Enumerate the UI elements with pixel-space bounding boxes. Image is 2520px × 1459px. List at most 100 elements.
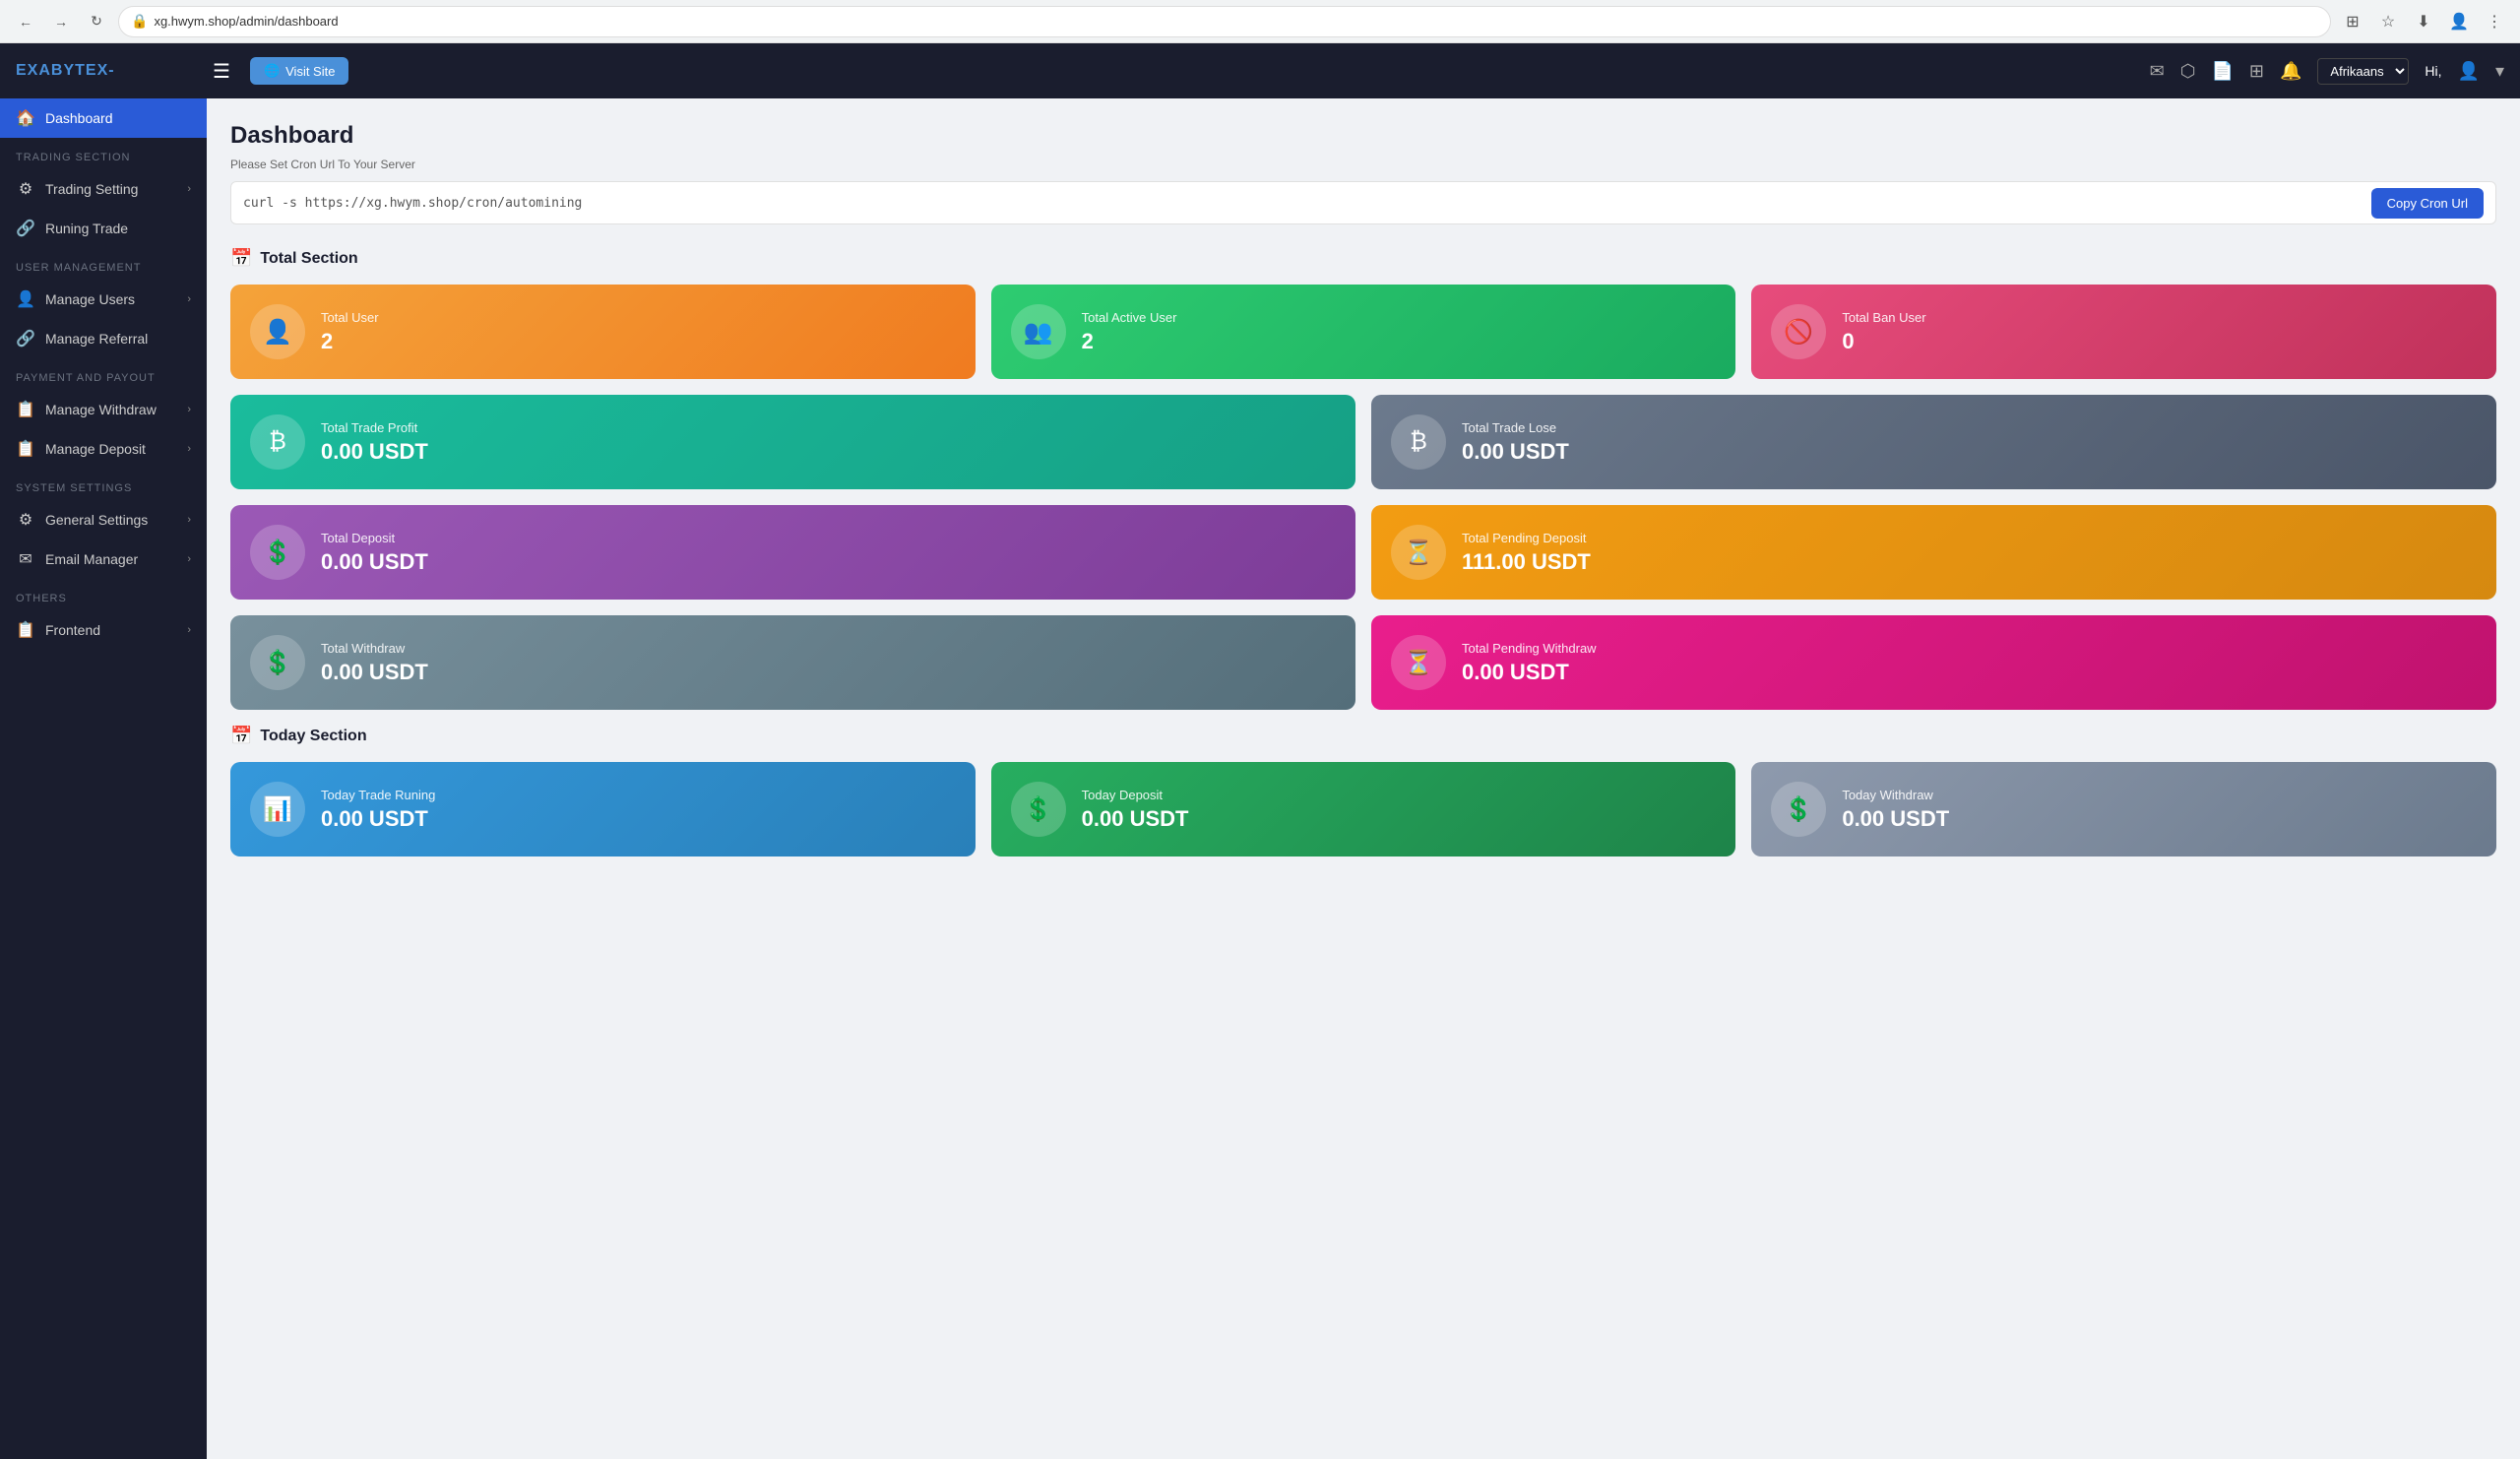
chevron-right-icon-7: ›: [187, 624, 191, 636]
sidebar-item-dashboard[interactable]: 🏠 Dashboard: [0, 98, 207, 138]
today-withdraw-value: 0.00 USDT: [1842, 806, 1949, 832]
email-manager-label: Email Manager: [45, 551, 138, 567]
browser-bar: ← → ↻ 🔒 xg.hwym.shop/admin/dashboard ⊞ ☆…: [0, 0, 2520, 43]
sidebar-item-manage-withdraw[interactable]: 📋 Manage Withdraw ›: [0, 390, 207, 429]
today-withdraw-info: Today Withdraw 0.00 USDT: [1842, 788, 1949, 832]
frontend-icon: 📋: [16, 620, 35, 640]
manage-referral-label: Manage Referral: [45, 331, 148, 347]
grid-icon[interactable]: ⊞: [2249, 61, 2264, 82]
chevron-right-icon: ›: [187, 183, 191, 195]
section-user-management: USER MANAGEMENT: [0, 248, 207, 280]
settings-icon: ⚙: [16, 179, 35, 199]
hamburger-button[interactable]: ☰: [205, 55, 238, 88]
pending-withdraw-icon: ⏳: [1391, 635, 1446, 690]
top-nav: EXABYTEX- ☰ 🌐 Visit Site ✉ ⬡ 📄 ⊞ 🔔 Afrik…: [0, 43, 2520, 98]
url-text: xg.hwym.shop/admin/dashboard: [154, 14, 338, 29]
sidebar: 🏠 Dashboard TRADING SECTION ⚙ Trading Se…: [0, 98, 207, 1459]
total-ban-user-label: Total Ban User: [1842, 310, 1925, 325]
today-trade-icon: 📊: [250, 782, 305, 837]
today-trade-value: 0.00 USDT: [321, 806, 435, 832]
top-nav-icons: ✉ ⬡ 📄 ⊞ 🔔 Afrikaans Hi, 👤 ▾: [2150, 58, 2504, 85]
cron-box: curl -s https://xg.hwym.shop/cron/automi…: [230, 181, 2496, 224]
menu-icon[interactable]: ⋮: [2481, 8, 2508, 35]
pending-deposit-value: 111.00 USDT: [1462, 549, 1591, 575]
visit-site-label: Visit Site: [285, 64, 335, 79]
total-pending-withdraw-card: ⏳ Total Pending Withdraw 0.00 USDT: [1371, 615, 2496, 710]
main-area: 🏠 Dashboard TRADING SECTION ⚙ Trading Se…: [0, 98, 2520, 1459]
sidebar-item-manage-deposit[interactable]: 📋 Manage Deposit ›: [0, 429, 207, 469]
trade-lose-icon: ₿: [1391, 414, 1446, 470]
cube-icon[interactable]: ⬡: [2180, 61, 2196, 82]
visit-site-button[interactable]: 🌐 Visit Site: [250, 57, 349, 85]
withdraw-card-icon: 💲: [250, 635, 305, 690]
download-icon[interactable]: ⬇: [2410, 8, 2437, 35]
page-title: Dashboard: [230, 122, 2496, 150]
sidebar-item-manage-referral[interactable]: 🔗 Manage Referral: [0, 319, 207, 358]
address-bar[interactable]: 🔒 xg.hwym.shop/admin/dashboard: [118, 6, 2331, 37]
sidebar-item-trading-setting[interactable]: ⚙ Trading Setting ›: [0, 169, 207, 209]
deposit-card-icon: 💲: [250, 525, 305, 580]
total-user-icon: 👤: [250, 304, 305, 359]
bell-icon[interactable]: 🔔: [2280, 61, 2301, 82]
today-deposit-icon: 💲: [1011, 782, 1066, 837]
forward-button[interactable]: →: [47, 8, 75, 35]
refresh-button[interactable]: ↻: [83, 8, 110, 35]
total-user-info: Total User 2: [321, 310, 379, 354]
total-active-user-card: 👥 Total Active User 2: [991, 285, 1736, 379]
sidebar-item-manage-users[interactable]: 👤 Manage Users ›: [0, 280, 207, 319]
chevron-right-icon-6: ›: [187, 553, 191, 565]
today-deposit-value: 0.00 USDT: [1082, 806, 1189, 832]
today-withdraw-card: 💲 Today Withdraw 0.00 USDT: [1751, 762, 2496, 856]
greeting-text: Hi,: [2425, 63, 2441, 79]
sidebar-item-general-settings[interactable]: ⚙ General Settings ›: [0, 500, 207, 539]
sidebar-item-email-manager[interactable]: ✉ Email Manager ›: [0, 539, 207, 579]
manage-withdraw-label: Manage Withdraw: [45, 402, 157, 417]
pending-withdraw-label: Total Pending Withdraw: [1462, 641, 1597, 656]
sidebar-item-frontend[interactable]: 📋 Frontend ›: [0, 610, 207, 650]
sidebar-item-runing-trade[interactable]: 🔗 Runing Trade: [0, 209, 207, 248]
general-settings-label: General Settings: [45, 512, 148, 528]
chevron-right-icon-5: ›: [187, 514, 191, 526]
dropdown-arrow[interactable]: ▾: [2495, 61, 2504, 82]
section-others: OTHERS: [0, 579, 207, 610]
trade-profit-info: Total Trade Profit 0.00 USDT: [321, 420, 428, 465]
withdraw-icon: 📋: [16, 400, 35, 419]
link-icon: 🔗: [16, 219, 35, 238]
total-withdraw-label: Total Withdraw: [321, 641, 428, 656]
total-trade-lose-card: ₿ Total Trade Lose 0.00 USDT: [1371, 395, 2496, 489]
language-selector[interactable]: Afrikaans: [2317, 58, 2409, 85]
back-button[interactable]: ←: [12, 8, 39, 35]
total-active-user-label: Total Active User: [1082, 310, 1177, 325]
user-avatar[interactable]: 👤: [2458, 61, 2480, 82]
app-container: EXABYTEX- ☰ 🌐 Visit Site ✉ ⬡ 📄 ⊞ 🔔 Afrik…: [0, 43, 2520, 1459]
cron-url-text: curl -s https://xg.hwym.shop/cron/automi…: [243, 196, 2371, 211]
bookmark-icon[interactable]: ☆: [2374, 8, 2402, 35]
total-active-user-info: Total Active User 2: [1082, 310, 1177, 354]
document-icon[interactable]: 📄: [2211, 61, 2233, 82]
manage-users-label: Manage Users: [45, 291, 135, 307]
chevron-right-icon-4: ›: [187, 443, 191, 455]
total-deposit-value: 0.00 USDT: [321, 549, 428, 575]
pending-deposit-icon: ⏳: [1391, 525, 1446, 580]
pending-deposit-info: Total Pending Deposit 111.00 USDT: [1462, 531, 1591, 575]
section-trading: TRADING SECTION: [0, 138, 207, 169]
today-trade-label: Today Trade Runing: [321, 788, 435, 802]
pending-deposit-label: Total Pending Deposit: [1462, 531, 1591, 545]
today-withdraw-label: Today Withdraw: [1842, 788, 1949, 802]
total-ban-user-info: Total Ban User 0: [1842, 310, 1925, 354]
total-cards-row1: 👤 Total User 2 👥 Total Active User 2 🚫: [230, 285, 2496, 379]
translate-icon[interactable]: ⊞: [2339, 8, 2366, 35]
profile-icon[interactable]: 👤: [2445, 8, 2473, 35]
trade-lose-label: Total Trade Lose: [1462, 420, 1569, 435]
calendar-icon-2: 📅: [230, 726, 252, 746]
user-icon: 👤: [16, 289, 35, 309]
copy-cron-button[interactable]: Copy Cron Url: [2371, 188, 2484, 219]
chevron-right-icon-3: ›: [187, 404, 191, 415]
total-cards-row4: 💲 Total Withdraw 0.00 USDT ⏳ Total Pendi…: [230, 615, 2496, 710]
total-active-user-icon: 👥: [1011, 304, 1066, 359]
today-section-title: Today Section: [260, 728, 366, 745]
total-deposit-card: 💲 Total Deposit 0.00 USDT: [230, 505, 1355, 600]
withdraw-card-info: Total Withdraw 0.00 USDT: [321, 641, 428, 685]
total-user-value: 2: [321, 329, 379, 354]
mail-icon[interactable]: ✉: [2150, 61, 2165, 82]
